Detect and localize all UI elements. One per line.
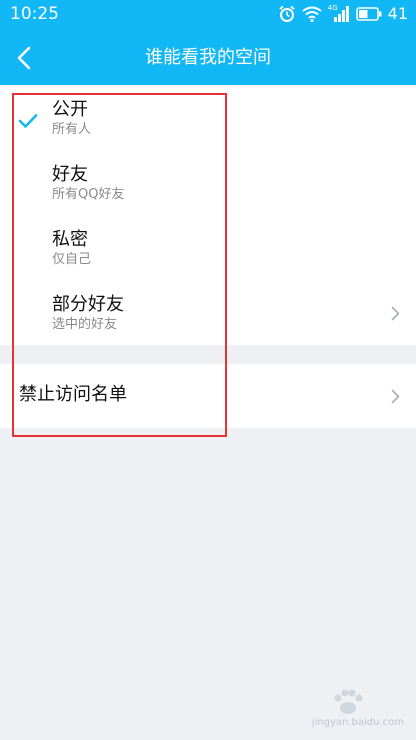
status-time: 10:25	[10, 4, 59, 24]
option-subtitle: 仅自己	[52, 252, 92, 267]
option-subtitle: 选中的好友	[52, 317, 118, 332]
battery-level: 41	[387, 4, 408, 23]
checkmark-icon	[18, 114, 38, 128]
status-bar: 10:25 4G 41	[0, 0, 416, 30]
watermark: jingyan.baidu.com	[284, 688, 404, 728]
signal-icon: 4G	[328, 4, 350, 23]
option-title: 私密	[52, 229, 88, 250]
screen: 10:25 4G 41 谁能看我的空间 公开 所有人 好友 所有QQ好友 私密 …	[0, 0, 416, 740]
blocklist-item[interactable]: 禁止访问名单	[0, 364, 416, 428]
option-subtitle: 所有QQ好友	[52, 187, 125, 202]
option-title: 部分好友	[52, 294, 124, 315]
battery-icon	[355, 7, 382, 21]
option-private[interactable]: 私密 仅自己	[0, 215, 416, 280]
chevron-right-icon	[391, 306, 400, 321]
visibility-options-list: 公开 所有人 好友 所有QQ好友 私密 仅自己 部分好友 选中的好友	[0, 85, 416, 345]
page-title: 谁能看我的空间	[145, 47, 271, 68]
chevron-right-icon	[391, 389, 400, 404]
option-friends[interactable]: 好友 所有QQ好友	[0, 150, 416, 215]
option-title: 好友	[52, 164, 88, 185]
status-icons: 4G 41	[278, 4, 408, 24]
option-title: 公开	[52, 99, 88, 120]
paw-logo-icon	[334, 689, 363, 714]
blocklist-label: 禁止访问名单	[19, 384, 127, 405]
wifi-icon	[302, 6, 322, 22]
option-subtitle: 所有人	[52, 122, 92, 137]
back-arrow-icon	[17, 46, 31, 70]
back-button[interactable]	[4, 38, 44, 78]
option-some-friends[interactable]: 部分好友 选中的好友	[0, 280, 416, 345]
alarm-icon	[278, 5, 296, 23]
title-bar: 谁能看我的空间	[0, 30, 416, 85]
watermark-text: jingyan.baidu.com	[311, 717, 404, 728]
option-public[interactable]: 公开 所有人	[0, 85, 416, 150]
